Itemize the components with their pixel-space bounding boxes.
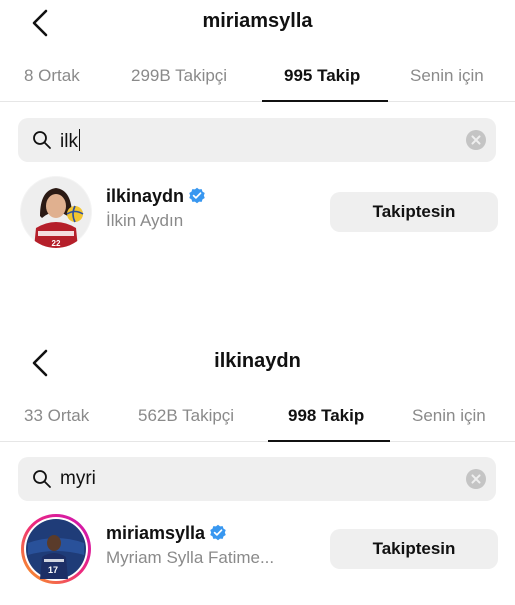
- search-input[interactable]: ilk: [60, 129, 81, 153]
- verified-badge-icon: [189, 187, 205, 204]
- user-list-item[interactable]: 17 miriamsylla Myriam Sylla Fatime... Ta…: [0, 513, 515, 585]
- header: miriamsylla: [0, 0, 515, 44]
- tab-following[interactable]: 998 Takip: [288, 406, 364, 426]
- active-tab-indicator: [268, 440, 390, 442]
- following-button[interactable]: Takiptesin: [330, 529, 498, 569]
- following-list-screen-ilkinaydn: ilkinaydn 33 Ortak 562B Takipçi 998 Taki…: [0, 340, 515, 605]
- full-name: Myriam Sylla Fatime...: [106, 548, 275, 567]
- tab-for-you[interactable]: Senin için: [412, 406, 486, 426]
- following-list-screen-miriamsylla: miriamsylla 8 Ortak 299B Takipçi 995 Tak…: [0, 0, 515, 300]
- svg-text:17: 17: [48, 565, 58, 575]
- text-cursor: [78, 129, 81, 151]
- search-field[interactable]: ilk: [18, 118, 496, 162]
- tab-following[interactable]: 995 Takip: [284, 66, 360, 86]
- full-name: İlkin Aydın: [106, 211, 184, 230]
- search-input[interactable]: myri: [60, 468, 96, 490]
- username[interactable]: miriamsylla: [106, 523, 227, 544]
- tab-mutual[interactable]: 8 Ortak: [24, 66, 80, 86]
- active-tab-indicator: [262, 100, 388, 102]
- profile-username-title: miriamsylla: [202, 10, 313, 32]
- search-icon: [33, 131, 51, 149]
- tab-followers[interactable]: 299B Takipçi: [131, 66, 227, 86]
- verified-badge-icon: [210, 524, 226, 541]
- avatar[interactable]: 22: [20, 176, 92, 248]
- tab-bar: 8 Ortak 299B Takipçi 995 Takip Senin içi…: [0, 58, 515, 102]
- clear-icon[interactable]: [466, 130, 486, 150]
- clear-icon[interactable]: [466, 469, 486, 489]
- search-icon: [33, 470, 51, 488]
- header: ilkinaydn: [0, 340, 515, 384]
- tab-bar: 33 Ortak 562B Takipçi 998 Takip Senin iç…: [0, 398, 515, 442]
- tab-for-you[interactable]: Senin için: [410, 66, 484, 86]
- svg-text:22: 22: [52, 239, 61, 248]
- avatar[interactable]: 17: [20, 513, 92, 585]
- tab-mutual[interactable]: 33 Ortak: [24, 406, 89, 426]
- tab-followers[interactable]: 562B Takipçi: [138, 406, 234, 426]
- profile-username-title: ilkinaydn: [214, 350, 301, 372]
- username[interactable]: ilkinaydn: [106, 186, 206, 207]
- following-button[interactable]: Takiptesin: [330, 192, 498, 232]
- search-field[interactable]: myri: [18, 457, 496, 501]
- user-list-item[interactable]: 22 ilkinaydn İlkin Aydın Takiptesin: [0, 176, 515, 248]
